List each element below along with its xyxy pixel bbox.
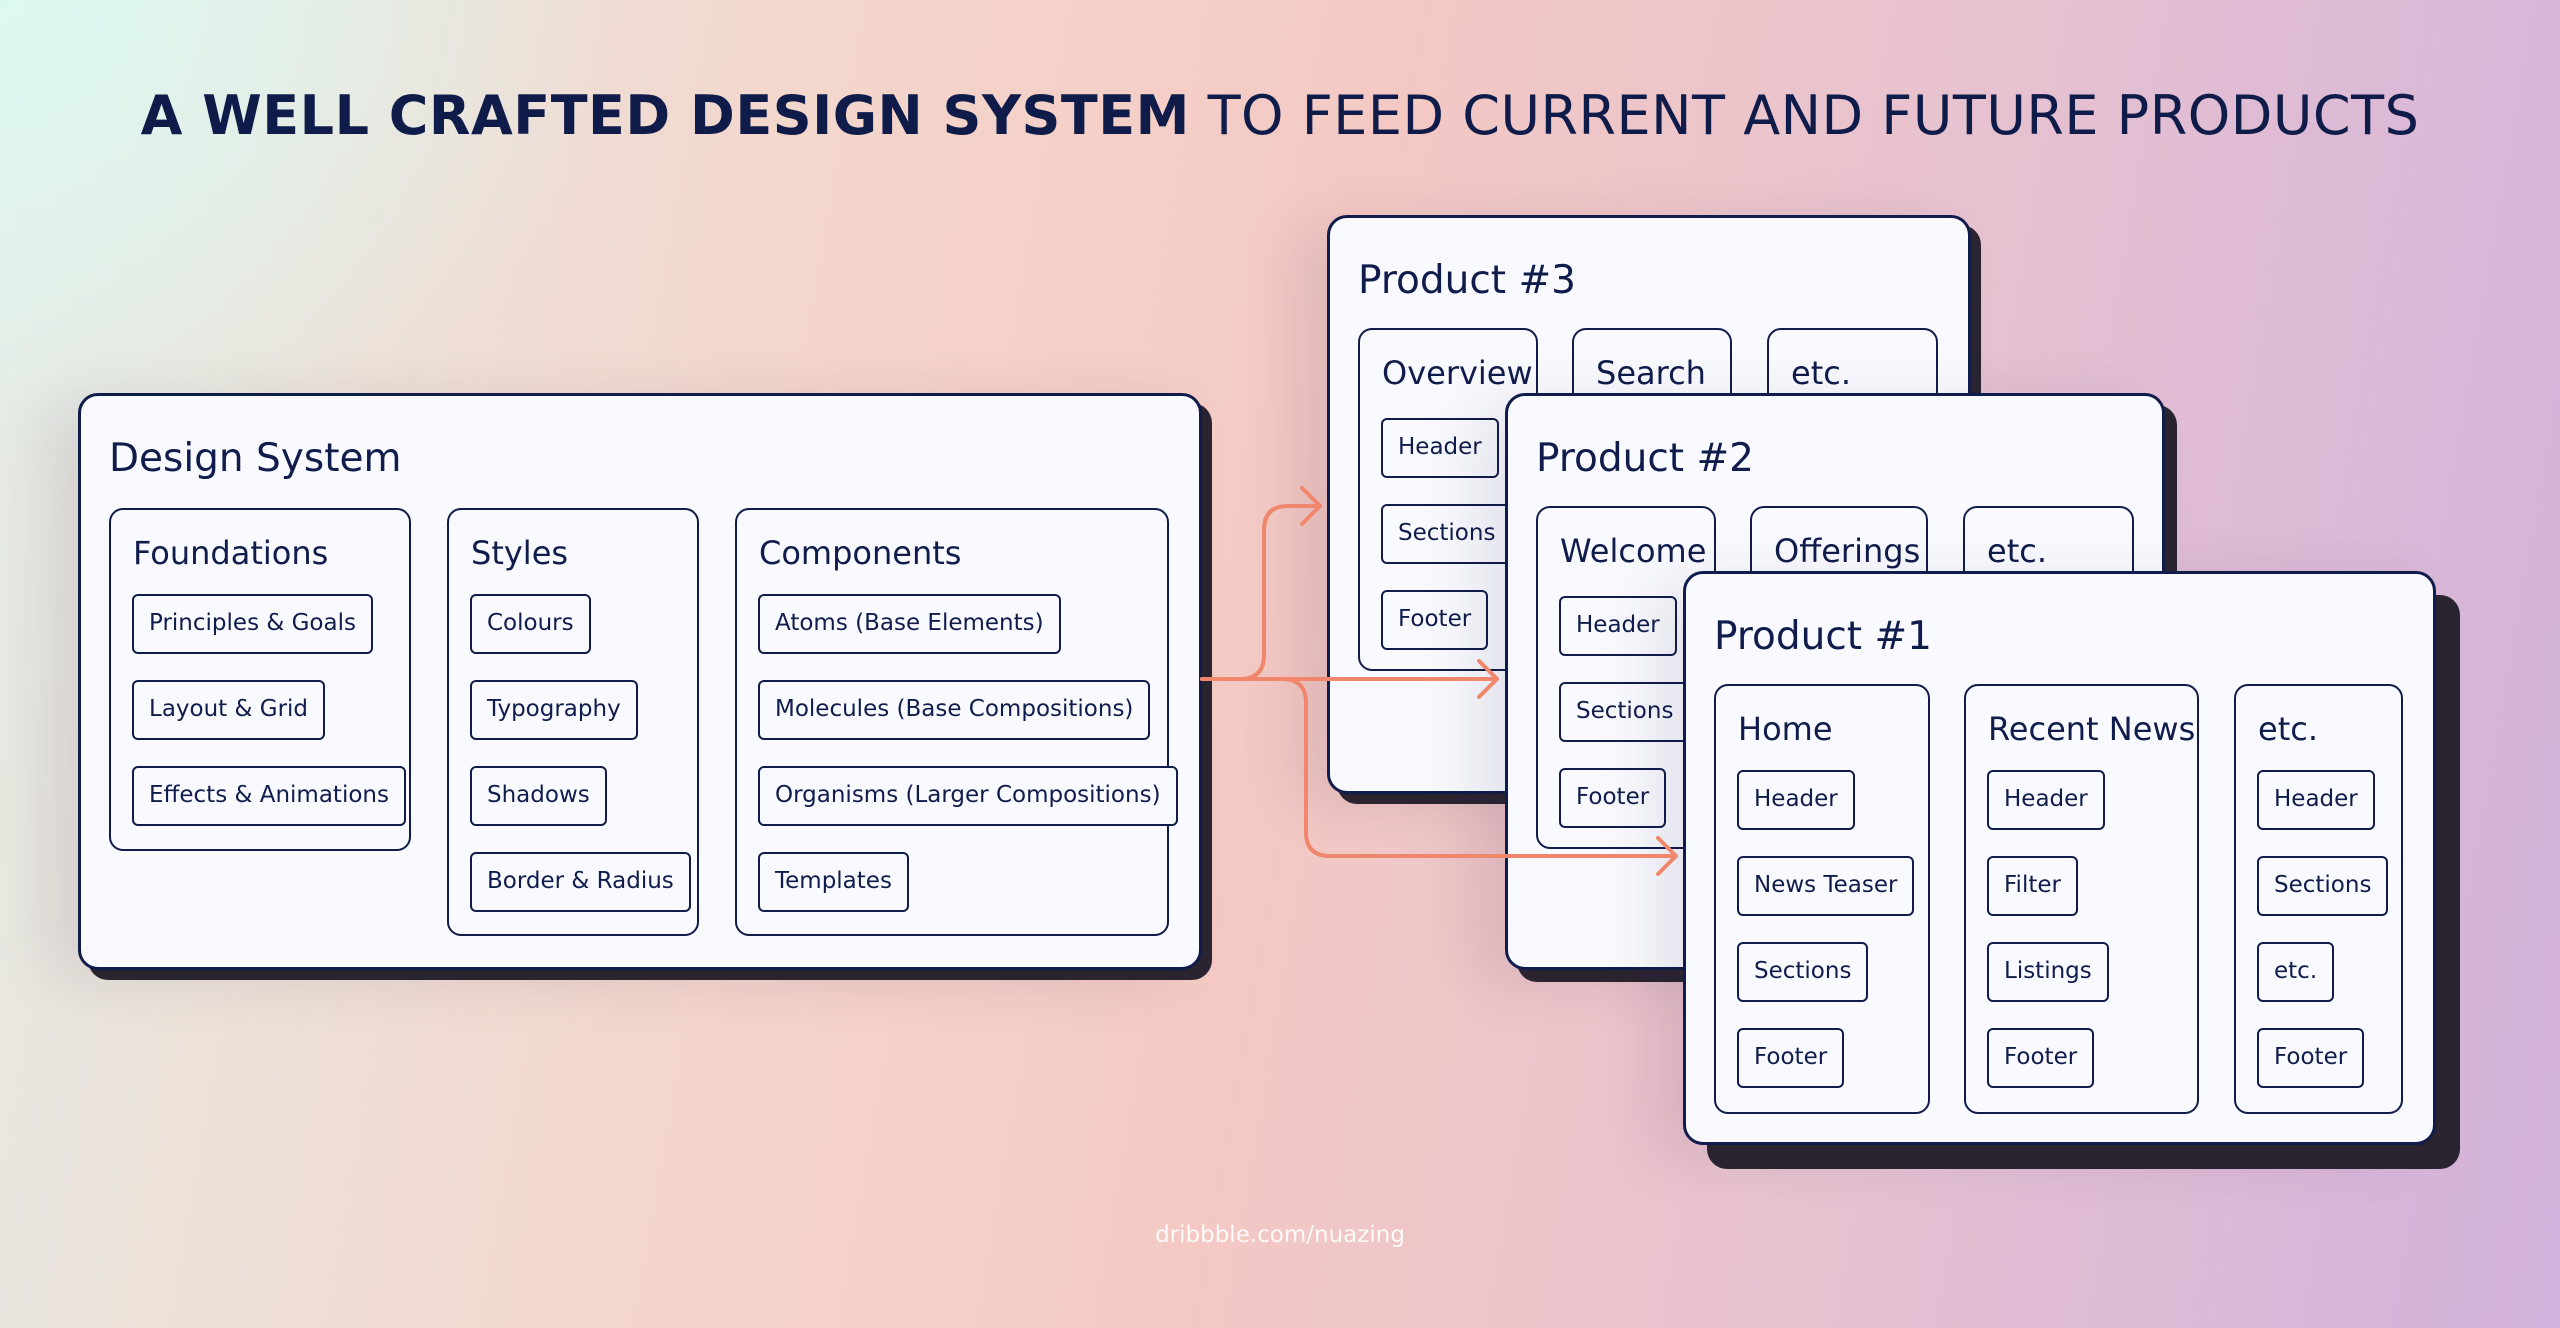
headline-light: TO FEED CURRENT AND FUTURE PRODUCTS — [1189, 84, 2420, 147]
section-box: Home Header News Teaser Sections Footer — [1714, 684, 1930, 1114]
section-box: Foundations Principles & Goals Layout & Gr… — [109, 508, 411, 851]
item-chip[interactable]: Organisms (Larger Compositions) — [758, 766, 1178, 826]
item-chip[interactable]: Shadows — [470, 766, 607, 826]
item-chip[interactable]: Footer — [1381, 590, 1489, 650]
section-title: etc. — [1987, 532, 2047, 570]
card-title: Design System — [109, 436, 402, 481]
section-title: Home — [1738, 710, 1833, 748]
section-title: etc. — [2258, 710, 2318, 748]
item-chip[interactable]: News Teaser — [1737, 856, 1915, 916]
item-chip[interactable]: Effects & Animations — [132, 766, 406, 826]
item-chip[interactable]: etc. — [2257, 942, 2335, 1002]
item-chip[interactable]: Header — [1987, 770, 2105, 830]
section-title: Welcome — [1560, 532, 1707, 570]
card-title: Product #3 — [1358, 258, 1576, 303]
section-title: Foundations — [133, 534, 329, 572]
item-chip[interactable]: Layout & Grid — [132, 680, 326, 740]
design-system-card: Design System Foundations Principles & Goa… — [78, 393, 1202, 970]
credit-link[interactable]: dribbble.com/nuazing — [0, 1222, 2560, 1248]
headline-bold: A WELL CRAFTED DESIGN SYSTEM — [140, 84, 1190, 147]
section-box: Styles Colours Typography Shadows Border & R… — [447, 508, 699, 936]
card-title: Product #1 — [1714, 614, 1932, 659]
arrow-to-product-3 — [1200, 486, 1322, 681]
card-title: Product #2 — [1536, 436, 1754, 481]
arrow-line — [1200, 504, 1322, 681]
item-chip[interactable]: Templates — [758, 852, 909, 912]
item-chip[interactable]: Typography — [470, 680, 638, 740]
item-chip[interactable]: Filter — [1987, 856, 2078, 916]
item-chip[interactable]: Footer — [1737, 1028, 1845, 1088]
section-title: Styles — [471, 534, 569, 572]
section-box: etc. Header Sections etc. Footer — [2234, 684, 2403, 1114]
section-title: Recent News — [1988, 710, 2196, 748]
section-title: etc. — [1791, 354, 1851, 392]
item-chip[interactable]: Principles & Goals — [132, 594, 373, 654]
product-1-card: Product #1 Home Header News Teaser Sections F… — [1683, 571, 2436, 1145]
headline: A WELL CRAFTED DESIGN SYSTEM TO FEED CUR… — [0, 84, 2560, 147]
section-title: Offerings — [1774, 532, 1921, 570]
item-chip[interactable]: Footer — [1987, 1028, 2095, 1088]
item-chip[interactable]: Header — [1381, 418, 1499, 478]
item-chip[interactable]: Sections — [1559, 682, 1691, 742]
item-chip[interactable]: Sections — [1737, 942, 1869, 1002]
item-chip[interactable]: Colours — [470, 594, 591, 654]
section-box: Recent News Header Filter Listings Footer — [1964, 684, 2199, 1114]
section-title: Search — [1596, 354, 1706, 392]
section-box: Components Atoms (Base Elements) Molecules… — [735, 508, 1178, 936]
item-chip[interactable]: Footer — [2257, 1028, 2365, 1088]
item-chip[interactable]: Listings — [1987, 942, 2109, 1002]
item-chip[interactable]: Header — [2257, 770, 2375, 830]
item-chip[interactable]: Border & Radius — [470, 852, 691, 912]
item-chip[interactable]: Atoms (Base Elements) — [758, 594, 1061, 654]
item-chip[interactable]: Sections — [1381, 504, 1513, 564]
item-chip[interactable]: Footer — [1559, 768, 1667, 828]
item-chip[interactable]: Molecules (Base Compositions) — [758, 680, 1151, 740]
arrow-line — [1300, 486, 1322, 526]
item-chip[interactable]: Sections — [2257, 856, 2389, 916]
section-title: Components — [759, 534, 962, 572]
item-chip[interactable]: Header — [1559, 596, 1677, 656]
section-title: Overview — [1382, 354, 1533, 392]
item-chip[interactable]: Header — [1737, 770, 1855, 830]
